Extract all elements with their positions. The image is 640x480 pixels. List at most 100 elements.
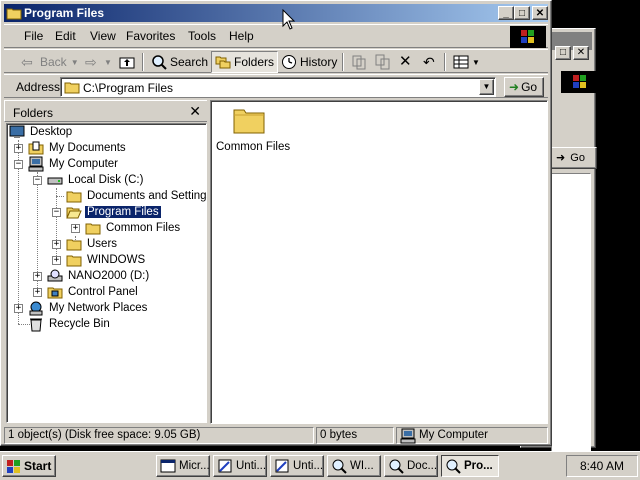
- tree-item-local-disk-c[interactable]: Local Disk (C:): [47, 172, 145, 188]
- undo-button[interactable]: ↶: [420, 51, 445, 73]
- views-button[interactable]: ▼: [450, 51, 483, 73]
- brand-logo: [510, 26, 546, 48]
- taskbar-button-unti-1[interactable]: Unti...: [213, 455, 267, 477]
- menu-view[interactable]: View: [90, 29, 116, 43]
- tree-item-users[interactable]: Users: [66, 236, 119, 252]
- taskbar-button-unti-2[interactable]: Unti...: [270, 455, 324, 477]
- go-arrow-icon: ➜: [509, 80, 520, 94]
- background-brand-logo: [561, 71, 611, 93]
- collapse-my-computer[interactable]: −: [14, 160, 23, 169]
- standard-toolbar: ⇦ Back ▼ ⇨ ▼ Search Folders History ✕ ↶ …: [4, 49, 548, 73]
- taskbar-button-program-files[interactable]: Pro...: [441, 455, 499, 477]
- toolbar-separator: [142, 53, 144, 71]
- system-tray-clock[interactable]: 8:40 AM: [566, 455, 638, 477]
- tree-line: [56, 196, 64, 197]
- application-icon: [160, 459, 176, 473]
- delete-button[interactable]: ✕: [396, 51, 421, 73]
- cd-drive-icon: [47, 269, 63, 282]
- menu-favorites[interactable]: Favorites: [126, 29, 175, 43]
- tree-item-my-computer[interactable]: My Computer: [28, 156, 120, 172]
- taskbar: Start Micr... Unti... Unti... WI... Doc.…: [0, 451, 640, 480]
- tree-item-my-documents[interactable]: My Documents: [28, 140, 128, 156]
- folder-icon: [66, 239, 82, 251]
- content-pane[interactable]: Common Files: [210, 100, 548, 424]
- close-button[interactable]: ✕: [532, 6, 548, 20]
- my-computer-icon: [400, 428, 416, 443]
- tree-item-my-network-places[interactable]: My Network Places: [28, 300, 149, 316]
- address-input[interactable]: C:\Program Files ▼: [60, 77, 496, 97]
- tree-line: [56, 188, 57, 260]
- window-title: Program Files: [24, 6, 105, 20]
- move-to-icon: [352, 55, 366, 70]
- taskbar-button-wi[interactable]: WI...: [327, 455, 381, 477]
- menu-file[interactable]: File: [24, 29, 43, 43]
- start-button[interactable]: Start: [2, 455, 56, 477]
- copy-to-icon: [375, 54, 390, 70]
- copy-to-button[interactable]: [372, 51, 397, 73]
- background-go-button[interactable]: ➜ Go: [551, 147, 597, 169]
- maximize-button[interactable]: □: [514, 6, 530, 20]
- folders-icon: [215, 56, 231, 69]
- explorer-search-icon: [332, 459, 347, 474]
- dropdown-arrow-icon: ▼: [472, 57, 480, 67]
- menu-edit[interactable]: Edit: [55, 29, 76, 43]
- mouse-cursor-icon: [282, 9, 296, 30]
- expand-my-network-places[interactable]: +: [14, 304, 23, 313]
- explorer-window[interactable]: Program Files _ □ ✕ File Edit View Favor…: [0, 0, 552, 446]
- tree-item-common-files[interactable]: Common Files: [85, 220, 182, 236]
- address-label: Address: [16, 80, 61, 94]
- tree-item-nano2000-d[interactable]: NANO2000 (D:): [47, 268, 151, 284]
- up-button[interactable]: [116, 51, 141, 73]
- tree-item-windows[interactable]: WINDOWS: [66, 252, 147, 268]
- taskbar-button-micr[interactable]: Micr...: [156, 455, 210, 477]
- dropdown-arrow-icon: ▼: [104, 57, 112, 67]
- recycle-bin-icon: [30, 318, 42, 332]
- go-arrow-icon: ➜: [556, 152, 566, 164]
- my-documents-icon: [28, 141, 44, 155]
- menu-tools[interactable]: Tools: [188, 29, 216, 43]
- folder-tree[interactable]: Desktop + My Documents − My Computer − L…: [6, 123, 212, 423]
- status-size: 0 bytes: [316, 427, 394, 444]
- expand-my-documents[interactable]: +: [14, 144, 23, 153]
- minimize-button[interactable]: _: [498, 6, 514, 20]
- titlebar[interactable]: Program Files _ □ ✕: [4, 4, 548, 22]
- menu-help[interactable]: Help: [229, 29, 254, 43]
- toolbar-separator: [342, 53, 344, 71]
- tree-item-documents-and-settings[interactable]: Documents and Settings: [66, 188, 214, 204]
- collapse-local-disk[interactable]: −: [33, 176, 42, 185]
- background-maximize-button[interactable]: □: [555, 46, 571, 60]
- expand-windows[interactable]: +: [52, 256, 61, 265]
- my-computer-icon: [28, 156, 44, 172]
- background-close-button[interactable]: ✕: [573, 46, 589, 60]
- address-value[interactable]: C:\Program Files: [83, 81, 173, 95]
- toolbar-separator: [444, 53, 446, 71]
- search-button[interactable]: Search: [148, 51, 211, 73]
- folder-icon: [64, 82, 80, 94]
- tree-item-program-files[interactable]: Program Files: [66, 204, 162, 220]
- expand-control-panel[interactable]: +: [33, 288, 42, 297]
- undo-icon: ↶: [423, 54, 435, 70]
- expand-common-files[interactable]: +: [71, 224, 80, 233]
- back-arrow-icon: ⇦: [21, 54, 33, 70]
- history-button[interactable]: History: [278, 51, 340, 73]
- move-to-button[interactable]: [348, 51, 373, 73]
- collapse-program-files[interactable]: −: [52, 208, 61, 217]
- folders-pane-close-button[interactable]: ✕: [189, 103, 201, 120]
- tree-item-recycle-bin[interactable]: Recycle Bin: [28, 316, 112, 332]
- address-dropdown-button[interactable]: ▼: [479, 79, 494, 95]
- desktop-icon: [9, 125, 25, 138]
- expand-users[interactable]: +: [52, 240, 61, 249]
- back-button[interactable]: ⇦ Back ▼: [18, 51, 82, 73]
- tree-item-desktop[interactable]: Desktop: [9, 124, 74, 140]
- forward-button[interactable]: ⇨ ▼: [82, 51, 115, 73]
- content-item-common-files[interactable]: Common Files: [216, 105, 290, 161]
- chevron-down-icon: ▼: [482, 82, 491, 91]
- go-button[interactable]: ➜ Go: [504, 77, 544, 97]
- folder-icon: [66, 255, 82, 267]
- folders-button[interactable]: Folders: [211, 51, 279, 73]
- taskbar-button-doc[interactable]: Doc...: [384, 455, 438, 477]
- forward-arrow-icon: ⇨: [85, 54, 97, 70]
- folders-pane-title: Folders: [13, 106, 54, 120]
- tree-item-control-panel[interactable]: Control Panel: [47, 284, 140, 300]
- expand-nano2000[interactable]: +: [33, 272, 42, 281]
